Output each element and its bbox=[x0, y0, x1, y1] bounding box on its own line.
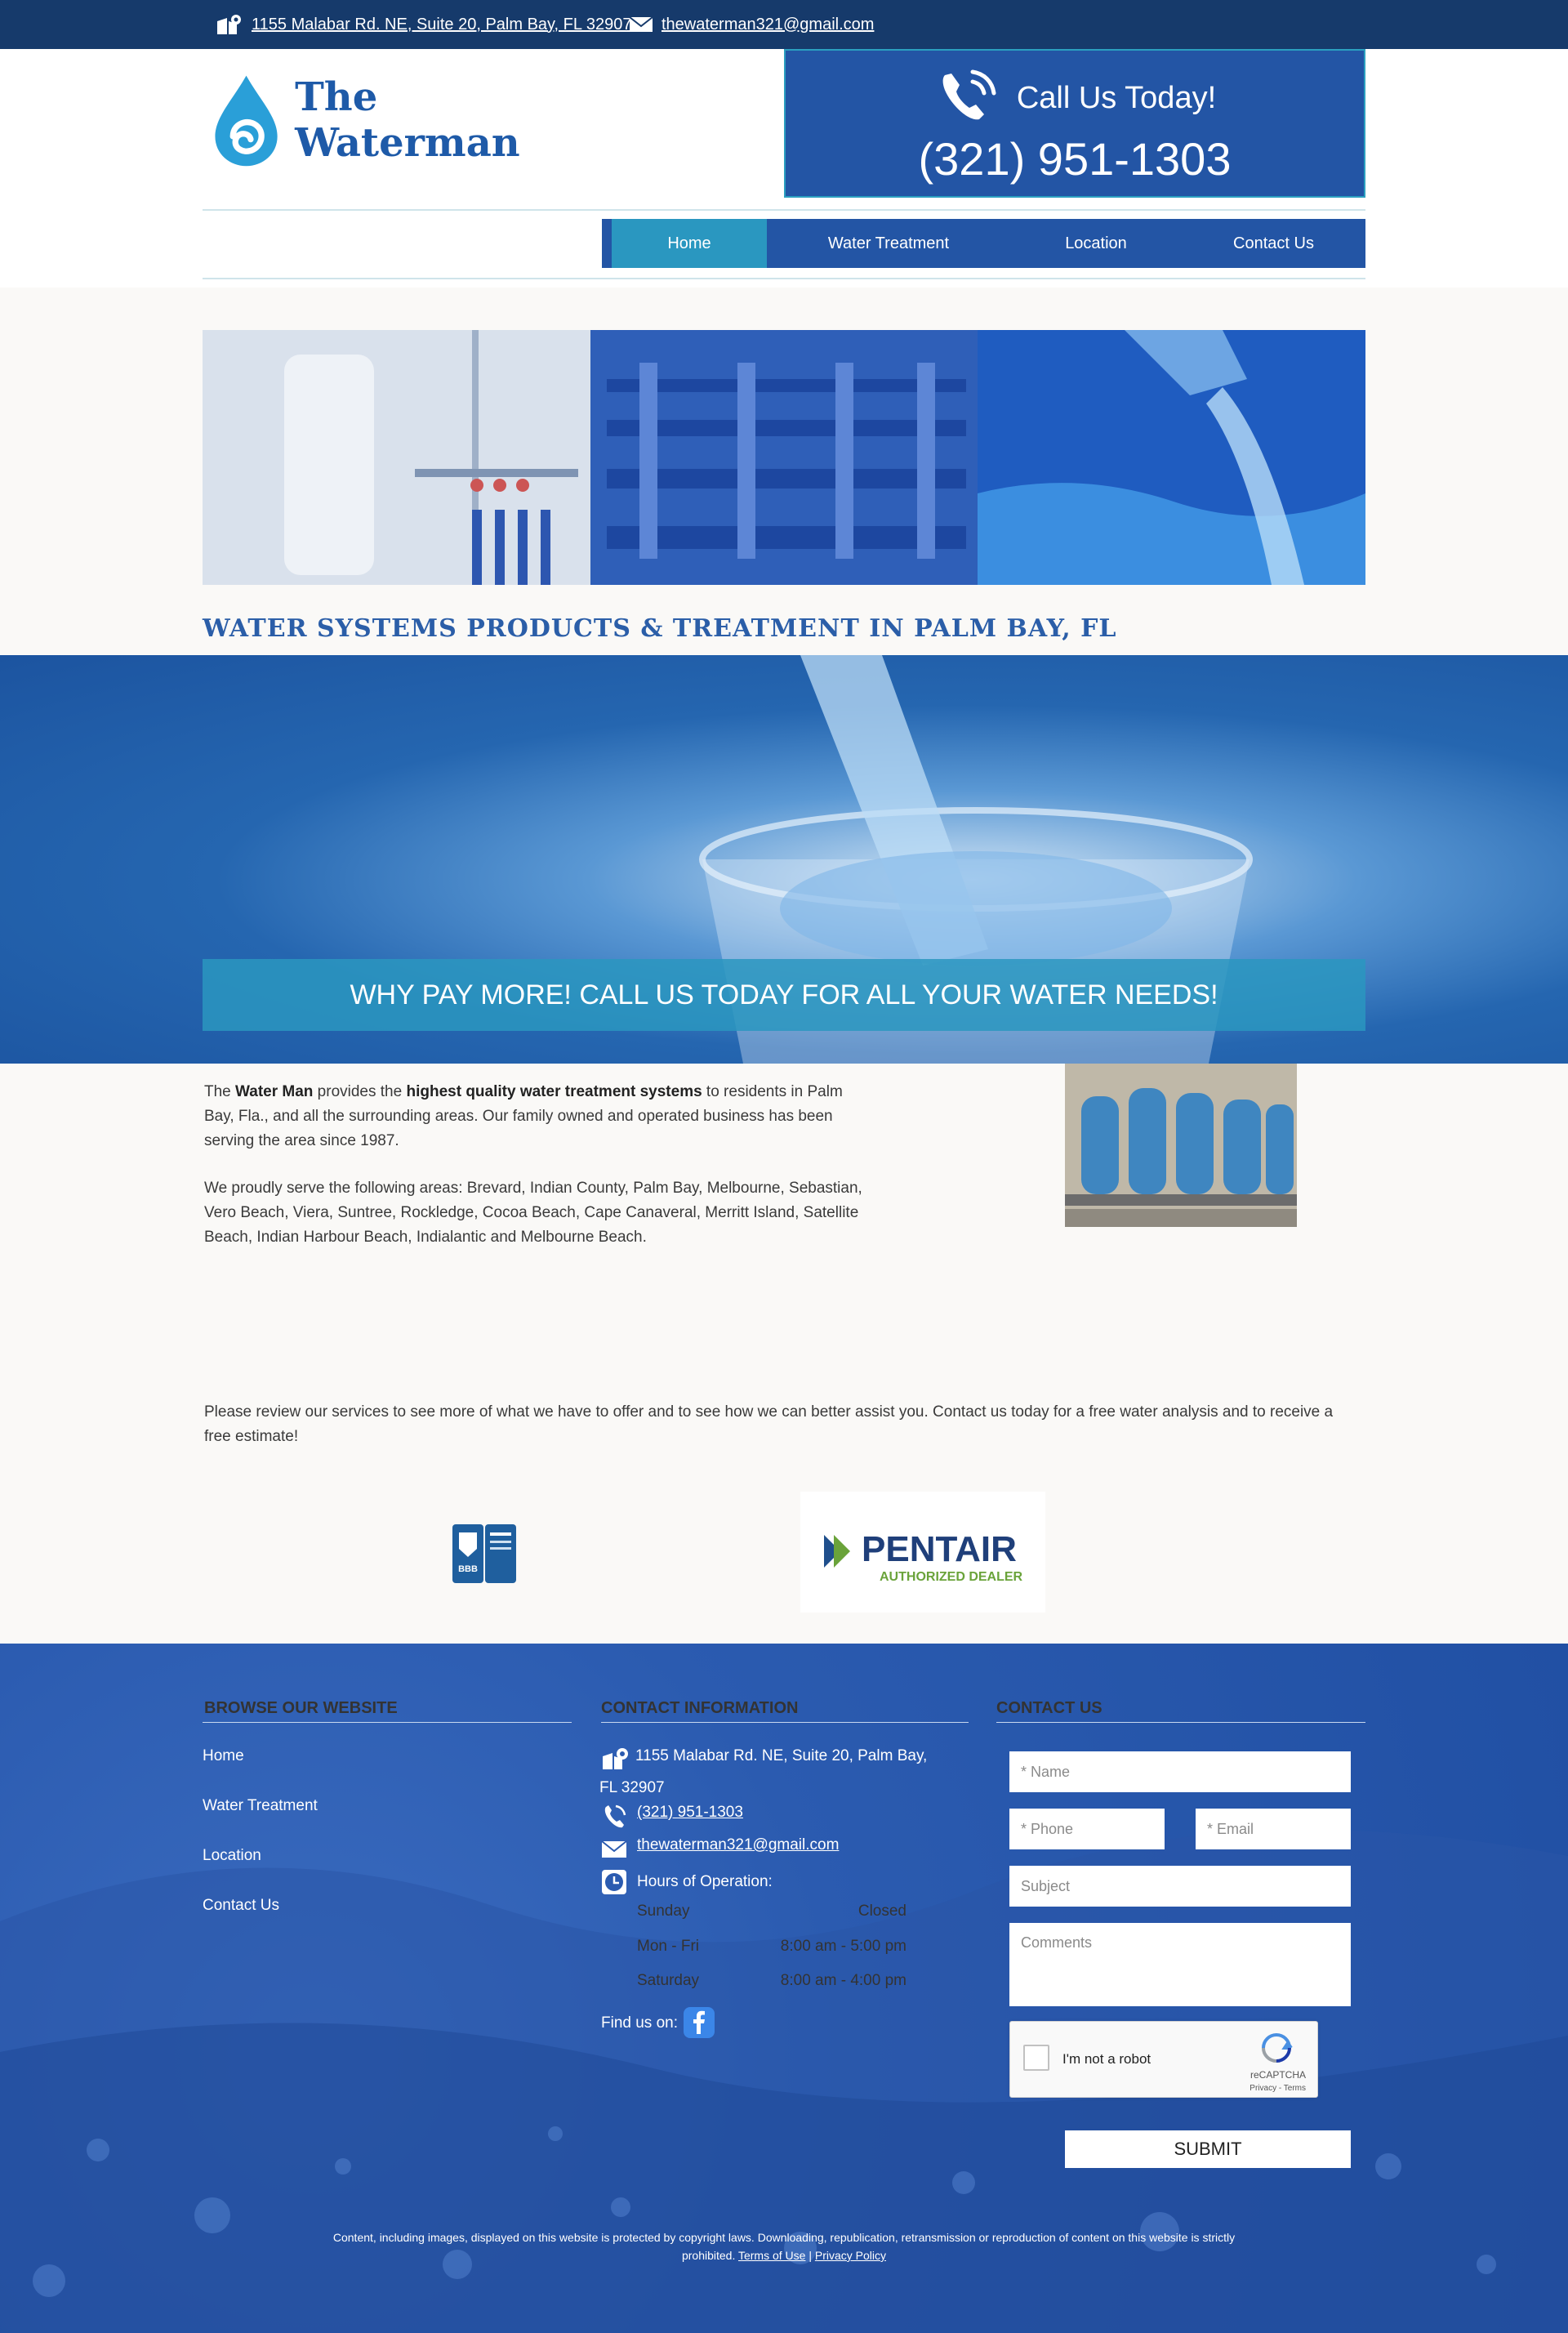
hours-row: Sunday Closed bbox=[637, 1903, 906, 1920]
page-headline: WATER SYSTEMS PRODUCTS & TREATMENT IN PA… bbox=[203, 614, 1117, 643]
hours-row: Mon - Fri 8:00 am - 5:00 pm bbox=[637, 1938, 906, 1956]
call-row: Call Us Today! bbox=[786, 65, 1364, 131]
terms-link[interactable]: Terms of Use bbox=[738, 2249, 805, 2262]
map-pin-icon bbox=[217, 15, 241, 34]
comments-field[interactable]: Comments bbox=[1009, 1923, 1351, 2006]
logo[interactable]: The Waterman bbox=[211, 67, 586, 173]
envelope-icon bbox=[629, 16, 653, 32]
brand-name: The Waterman bbox=[295, 74, 520, 166]
pipes-image bbox=[590, 330, 978, 585]
phone-field[interactable]: * Phone bbox=[1009, 1809, 1165, 1849]
copyright-notice: Content, including images, displayed on … bbox=[310, 2228, 1258, 2264]
header: The Waterman Call Us Today! (321) 951-13… bbox=[0, 49, 1568, 288]
pentair-name: PENTAIR bbox=[862, 1529, 1017, 1569]
map-pin-icon bbox=[603, 1748, 628, 1769]
divider bbox=[203, 1722, 572, 1723]
service-areas: We proudly serve the following areas: Br… bbox=[204, 1180, 862, 1246]
privacy-link[interactable]: Privacy Policy bbox=[815, 2249, 886, 2262]
top-email-link[interactable]: thewaterman321@gmail.com bbox=[662, 16, 874, 34]
pouring-water-image bbox=[978, 330, 1366, 585]
footer-address-line2: FL 32907 bbox=[599, 1779, 665, 1796]
hours-time: 8:00 am - 4:00 pm bbox=[780, 1972, 906, 1989]
divider bbox=[601, 1722, 969, 1723]
hours-title: Hours of Operation: bbox=[637, 1873, 773, 1890]
water-tanks-image bbox=[1065, 1064, 1297, 1227]
hours-day: Mon - Fri bbox=[637, 1938, 699, 1955]
nav-location[interactable]: Location bbox=[1010, 219, 1182, 268]
nav-home[interactable]: Home bbox=[612, 219, 767, 268]
footer-link-location[interactable]: Location bbox=[203, 1847, 261, 1865]
submit-button[interactable]: SUBMIT bbox=[1065, 2130, 1351, 2168]
contact-form-title: CONTACT US bbox=[996, 1699, 1102, 1717]
recaptcha-widget: I'm not a robot reCAPTCHA Privacy - Term… bbox=[1009, 2021, 1318, 2098]
envelope-icon bbox=[601, 1840, 627, 1858]
brand-mention: Water Man bbox=[235, 1083, 314, 1100]
hours-row: Saturday 8:00 am - 4:00 pm bbox=[637, 1972, 906, 1990]
divider bbox=[996, 1722, 1365, 1723]
top-address-link[interactable]: 1155 Malabar Rd. NE, Suite 20, Palm Bay,… bbox=[252, 16, 631, 34]
water-drop-logo-icon bbox=[215, 75, 278, 167]
bbb-badge[interactable]: BBB bbox=[452, 1524, 516, 1583]
browse-title: BROWSE OUR WEBSITE bbox=[204, 1699, 398, 1717]
main-nav: Home Water Treatment Location Contact Us bbox=[602, 219, 1365, 268]
email-field[interactable]: * Email bbox=[1196, 1809, 1351, 1849]
cta-banner: WHY PAY MORE! CALL US TODAY FOR ALL YOUR… bbox=[203, 959, 1365, 1031]
footer-link-water-treatment[interactable]: Water Treatment bbox=[203, 1797, 318, 1815]
quality-mention: highest quality water treatment systems bbox=[406, 1083, 702, 1100]
captcha-checkbox[interactable] bbox=[1023, 2045, 1049, 2071]
facebook-icon[interactable] bbox=[683, 2006, 715, 2039]
top-bar: 1155 Malabar Rd. NE, Suite 20, Palm Bay,… bbox=[0, 0, 1568, 49]
nav-contact-us[interactable]: Contact Us bbox=[1182, 219, 1365, 268]
divider bbox=[203, 209, 1365, 211]
footer-link-home[interactable]: Home bbox=[203, 1747, 244, 1765]
name-field[interactable]: * Name bbox=[1009, 1751, 1351, 1792]
header-phone[interactable]: (321) 951-1303 bbox=[786, 132, 1364, 185]
footer-email-link[interactable]: thewaterman321@gmail.com bbox=[637, 1836, 839, 1854]
footer-address-line1: 1155 Malabar Rd. NE, Suite 20, Palm Bay, bbox=[635, 1747, 928, 1764]
hours-time: 8:00 am - 5:00 pm bbox=[780, 1938, 906, 1955]
pentair-badge[interactable]: PENTAIR AUTHORIZED DEALER bbox=[800, 1492, 1045, 1613]
link-separator: | bbox=[805, 2249, 815, 2262]
image-gallery bbox=[203, 330, 1366, 585]
captcha-label: I'm not a robot bbox=[1062, 2051, 1152, 2067]
top-address: 1155 Malabar Rd. NE, Suite 20, Palm Bay,… bbox=[216, 13, 631, 36]
phone-icon bbox=[604, 1804, 626, 1828]
contact-info-title: CONTACT INFORMATION bbox=[601, 1699, 799, 1717]
captcha-brand: reCAPTCHA bbox=[1250, 2069, 1306, 2081]
footer-phone-link[interactable]: (321) 951-1303 bbox=[637, 1804, 743, 1822]
divider bbox=[203, 278, 1365, 279]
hours-day: Sunday bbox=[637, 1903, 690, 1920]
review-paragraph: Please review our services to see more o… bbox=[204, 1403, 1334, 1445]
intro-section: The Water Man provides the highest quali… bbox=[204, 1080, 874, 1273]
subject-field[interactable]: Subject bbox=[1009, 1866, 1351, 1907]
top-email: thewaterman321@gmail.com bbox=[629, 13, 874, 36]
bbb-label: BBB bbox=[458, 1564, 478, 1574]
pentair-sub: AUTHORIZED DEALER bbox=[880, 1570, 1023, 1584]
plumbing-image bbox=[203, 330, 590, 585]
hours-time: Closed bbox=[858, 1903, 906, 1920]
call-box: Call Us Today! (321) 951-1303 bbox=[784, 49, 1365, 198]
hours-day: Saturday bbox=[637, 1972, 700, 1989]
footer-link-contact-us[interactable]: Contact Us bbox=[203, 1897, 279, 1915]
captcha-terms[interactable]: Privacy - Terms bbox=[1250, 2084, 1306, 2093]
phone-icon bbox=[942, 69, 996, 120]
find-us-label: Find us on: bbox=[601, 2014, 678, 2032]
nav-water-treatment[interactable]: Water Treatment bbox=[767, 219, 1010, 268]
intro-paragraph: The Water Man provides the highest quali… bbox=[204, 1083, 843, 1149]
hero-banner: WHY PAY MORE! CALL US TODAY FOR ALL YOUR… bbox=[0, 655, 1568, 1064]
call-title: Call Us Today! bbox=[1016, 80, 1217, 115]
recaptcha-logo-icon bbox=[1262, 2033, 1293, 2063]
clock-icon bbox=[602, 1870, 626, 1894]
